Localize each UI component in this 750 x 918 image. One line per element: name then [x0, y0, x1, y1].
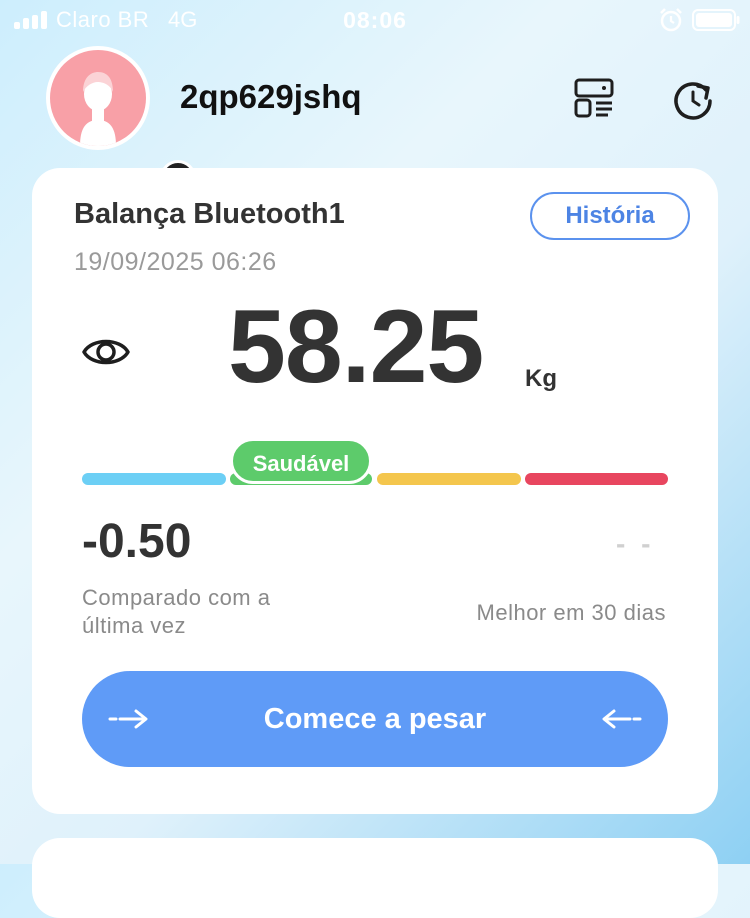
weight-difference-label: Comparado com a última vez — [82, 585, 271, 638]
history-button[interactable]: História — [530, 192, 690, 240]
secondary-card — [32, 838, 718, 918]
best-30-days-value: - - — [616, 528, 655, 559]
arrow-in-icon — [602, 709, 642, 729]
eye-icon[interactable] — [82, 334, 130, 370]
weight-card: Balança Bluetooth1 História 19/09/2025 0… — [32, 168, 718, 814]
sync-icon[interactable] — [670, 76, 716, 122]
alarm-icon — [660, 8, 682, 32]
status-badge: Saudável — [230, 438, 372, 484]
measurement-datetime: 19/09/2025 06:26 — [74, 248, 277, 276]
avatar[interactable]: ⇆ — [46, 46, 196, 196]
weight-unit: Kg — [525, 365, 557, 392]
start-weighing-button[interactable]: Comece a pesar — [82, 671, 668, 767]
bmi-bar-underweight — [82, 473, 226, 485]
battery-icon — [692, 9, 740, 31]
devices-icon[interactable] — [572, 76, 616, 120]
bmi-bar-obese — [525, 473, 668, 485]
bmi-bar-overweight — [377, 473, 521, 485]
weight-value: 58.25 — [228, 289, 484, 405]
arrow-in-icon — [108, 709, 148, 729]
start-weighing-label: Comece a pesar — [263, 703, 487, 735]
username: 2qp629jshq — [180, 78, 362, 115]
status-bar: Claro BR 4G 08:06 — [0, 0, 750, 40]
device-name: Balança Bluetooth1 — [74, 198, 345, 230]
weight-difference: -0.50 — [82, 515, 192, 568]
clock: 08:06 — [343, 7, 407, 33]
avatar-icon — [80, 72, 116, 146]
best-30-days-label: Melhor em 30 dias — [476, 600, 666, 625]
